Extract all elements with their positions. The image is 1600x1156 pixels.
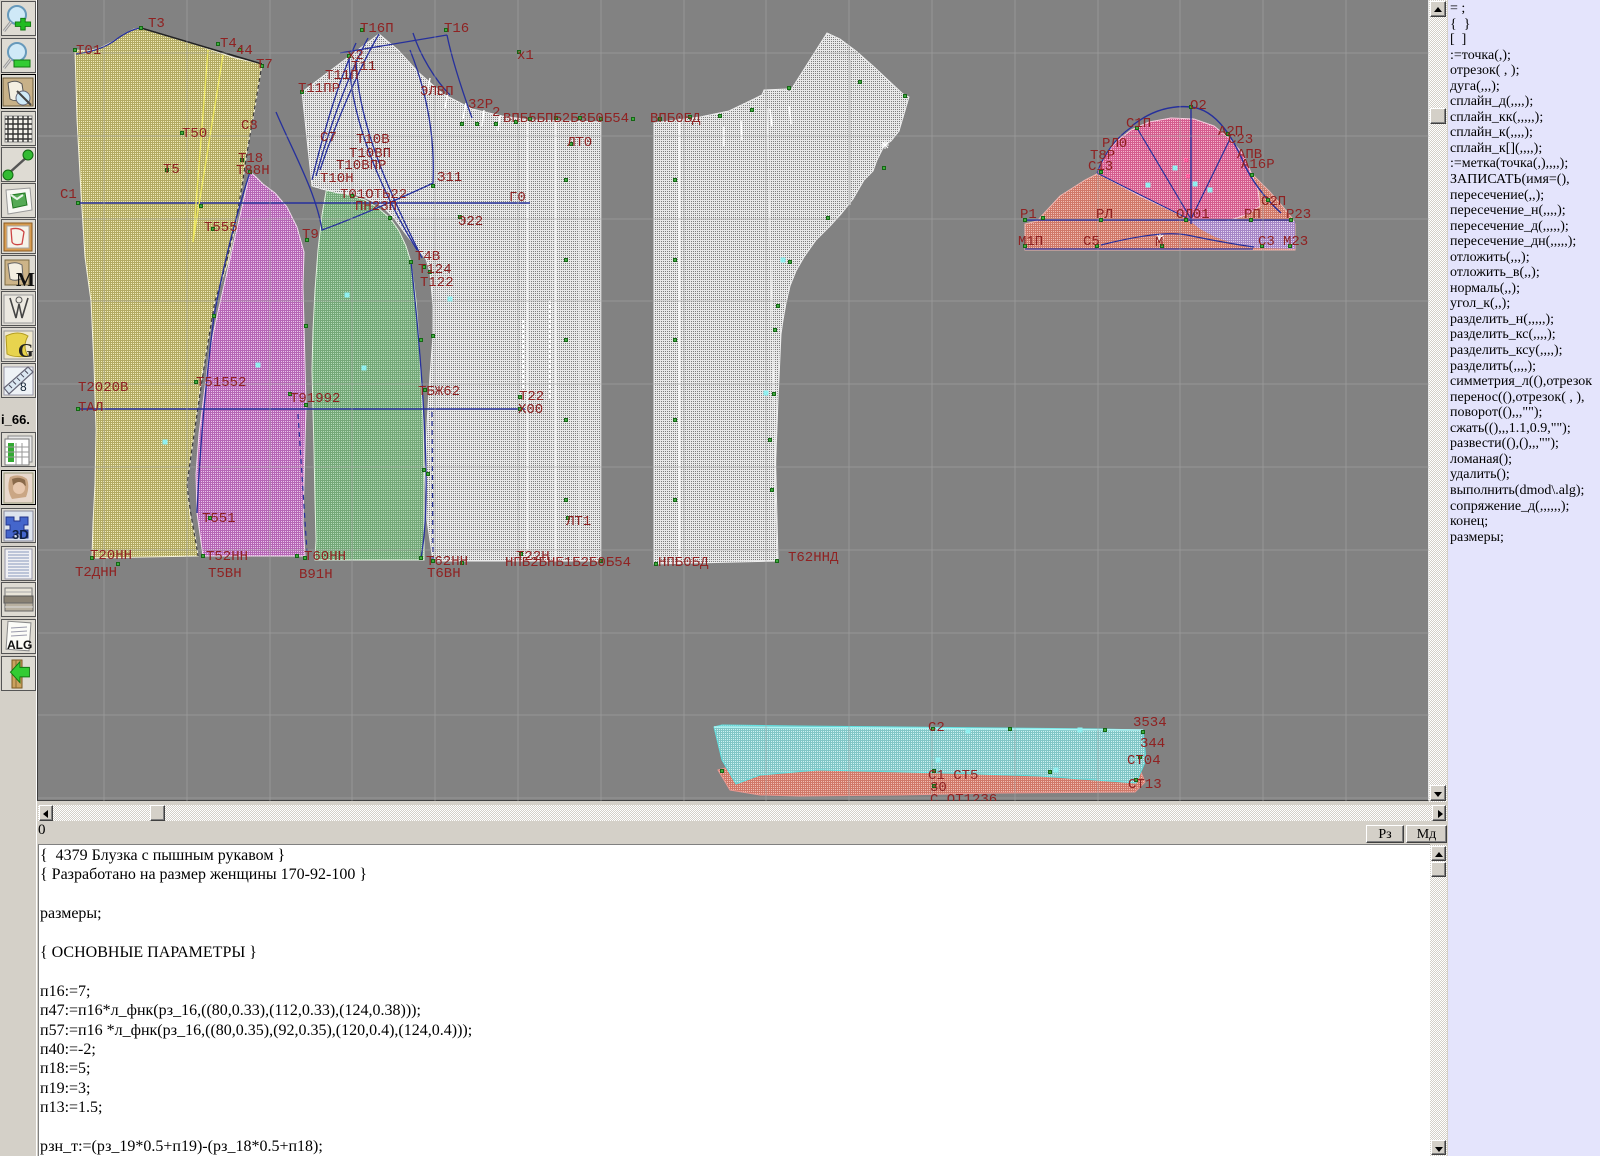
svg-text:Т16П: Т16П bbox=[360, 21, 394, 37]
svg-text:СТ04: СТ04 bbox=[1127, 753, 1161, 769]
svg-text:РП: РП bbox=[1244, 207, 1261, 223]
svg-text:Э22: Э22 bbox=[458, 214, 483, 230]
svg-text:32Р: 32Р bbox=[468, 97, 493, 113]
svg-text:Т122: Т122 bbox=[420, 275, 454, 291]
svg-text:Т51552: Т51552 bbox=[196, 375, 246, 391]
svg-text:3D: 3D bbox=[12, 527, 29, 542]
svg-text:Т52НН: Т52НН bbox=[206, 549, 248, 565]
svg-text:ТБЖ62: ТБЖ62 bbox=[418, 384, 460, 400]
svg-text:НПБ0БД: НПБ0БД bbox=[658, 555, 709, 571]
svg-text:С23: С23 bbox=[1228, 132, 1253, 148]
svg-text:С1П: С1П bbox=[1126, 116, 1151, 132]
svg-text:С2: С2 bbox=[928, 720, 945, 736]
svg-text:Т551: Т551 bbox=[202, 511, 236, 527]
svg-text:С13: С13 bbox=[1088, 159, 1113, 175]
svg-text:Р23: Р23 bbox=[1286, 207, 1311, 223]
svg-text:ТАЛ: ТАЛ bbox=[78, 400, 103, 416]
svg-text:В91Н: В91Н bbox=[299, 567, 333, 583]
svg-text:Т11ПР: Т11ПР bbox=[298, 81, 340, 97]
svg-text:ОЛ01: ОЛ01 bbox=[1176, 207, 1210, 223]
svg-text:С8: С8 bbox=[241, 118, 258, 134]
svg-text:Т01: Т01 bbox=[76, 43, 101, 59]
svg-text:Т7: Т7 bbox=[256, 57, 273, 73]
svg-text:2: 2 bbox=[492, 105, 500, 121]
svg-text:Т62ННД: Т62ННД bbox=[788, 550, 839, 566]
svg-text:А16Р: А16Р bbox=[1241, 157, 1275, 173]
svg-text:G: G bbox=[18, 340, 34, 362]
svg-text:С1: С1 bbox=[60, 187, 77, 203]
svg-text:Т2ДНН: Т2ДНН bbox=[75, 565, 117, 581]
svg-text:3534: 3534 bbox=[1133, 715, 1167, 731]
svg-text:Т6ВН: Т6ВН bbox=[427, 566, 461, 582]
svg-text:344: 344 bbox=[1140, 736, 1165, 752]
svg-text:М23: М23 bbox=[1283, 234, 1308, 250]
svg-text:Т5: Т5 bbox=[163, 162, 180, 178]
svg-text:Р1: Р1 bbox=[1020, 207, 1037, 223]
svg-text:М1П: М1П bbox=[1018, 234, 1043, 250]
svg-text:Т20НН: Т20НН bbox=[90, 548, 132, 564]
svg-text:Т10Н: Т10Н bbox=[320, 171, 354, 187]
svg-text:Т16: Т16 bbox=[444, 21, 469, 37]
svg-text:M: M bbox=[16, 269, 35, 290]
svg-text:НПБ2БНБ1Б2Б0Б54: НПБ2БНБ1Б2Б0Б54 bbox=[505, 555, 631, 571]
svg-text:ПН23П: ПН23П bbox=[355, 199, 397, 215]
svg-text:Т5ВН: Т5ВН bbox=[208, 566, 242, 582]
svg-text:Т50: Т50 bbox=[182, 126, 207, 142]
svg-text:Г0: Г0 bbox=[509, 190, 526, 206]
svg-text:х1: х1 bbox=[517, 48, 534, 64]
svg-text:ВПБ0БД: ВПБ0БД bbox=[650, 111, 701, 127]
svg-text:Т88Н: Т88Н bbox=[236, 163, 270, 179]
svg-text:Х00: Х00 bbox=[518, 402, 543, 418]
svg-text:СТ13: СТ13 bbox=[1128, 777, 1162, 793]
svg-text:8: 8 bbox=[20, 380, 27, 394]
svg-text:С5: С5 bbox=[1083, 234, 1100, 250]
svg-text:Т9: Т9 bbox=[302, 227, 319, 243]
svg-text:Т60НН: Т60НН bbox=[304, 549, 346, 565]
svg-text:О2: О2 bbox=[1190, 98, 1207, 114]
svg-text:Т3: Т3 bbox=[148, 16, 165, 32]
svg-text:ЛТ0: ЛТ0 bbox=[566, 135, 592, 151]
svg-text:С ОТ1236: С ОТ1236 bbox=[930, 792, 997, 801]
svg-text:ВПБ5БПБ2Б3Б0Б54: ВПБ5БПБ2Б3Б0Б54 bbox=[503, 111, 629, 127]
svg-text:С2П: С2П bbox=[1261, 194, 1286, 210]
svg-text:С3: С3 bbox=[1258, 234, 1275, 250]
svg-text:С7: С7 bbox=[320, 130, 337, 146]
svg-text:ALG: ALG bbox=[7, 638, 32, 652]
svg-text:РЛ: РЛ bbox=[1096, 207, 1113, 223]
svg-text:ЭЛВП: ЭЛВП bbox=[420, 84, 454, 100]
svg-text:44: 44 bbox=[236, 43, 253, 59]
svg-text:Т91992: Т91992 bbox=[290, 391, 340, 407]
svg-text:ЛТ1: ЛТ1 bbox=[565, 514, 591, 530]
svg-text:М: М bbox=[1155, 235, 1163, 251]
svg-text:Т555: Т555 bbox=[204, 220, 238, 236]
svg-text:Т2020В: Т2020В bbox=[78, 380, 128, 396]
svg-text:З11: З11 bbox=[437, 170, 462, 186]
svg-text:Т4: Т4 bbox=[220, 36, 237, 52]
